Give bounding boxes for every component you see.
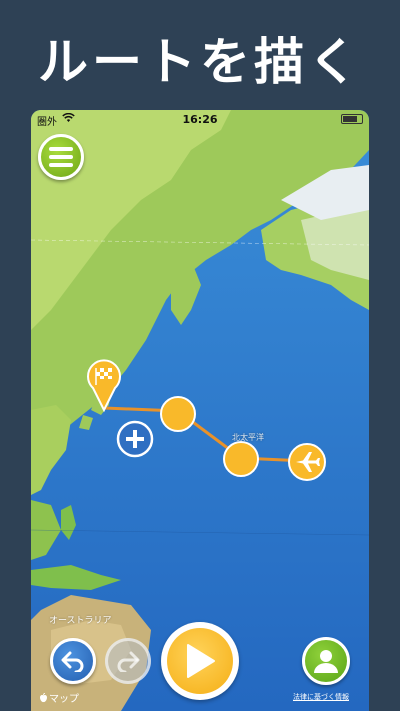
phone-screen: 圏外 16:26 北太平洋 オーストラリア マップ 法律に基づく情報 bbox=[31, 110, 369, 711]
map-label-australia: オーストラリア bbox=[49, 616, 112, 626]
redo-button[interactable] bbox=[105, 638, 151, 684]
redo-arrow-icon bbox=[117, 651, 140, 672]
start-pin[interactable] bbox=[87, 359, 121, 413]
apple-icon bbox=[40, 692, 47, 702]
waypoint-marker[interactable] bbox=[160, 396, 196, 432]
legal-link[interactable]: 法律に基づく情報 bbox=[293, 692, 349, 702]
profile-button[interactable] bbox=[302, 637, 350, 685]
maps-attribution-label: マップ bbox=[49, 694, 79, 705]
play-icon bbox=[187, 644, 215, 678]
map-label-pacific: 北太平洋 bbox=[232, 433, 264, 442]
promo-title: ルートを描く bbox=[38, 33, 362, 91]
waypoint-marker[interactable] bbox=[223, 441, 259, 477]
play-button[interactable] bbox=[161, 622, 239, 700]
maps-attribution: マップ bbox=[39, 690, 79, 705]
person-icon bbox=[314, 650, 338, 673]
destination-marker[interactable] bbox=[288, 443, 326, 481]
add-waypoint-button[interactable] bbox=[116, 420, 154, 458]
play-button-inner bbox=[167, 628, 233, 694]
undo-button[interactable] bbox=[50, 638, 96, 684]
undo-arrow-icon bbox=[61, 651, 84, 672]
